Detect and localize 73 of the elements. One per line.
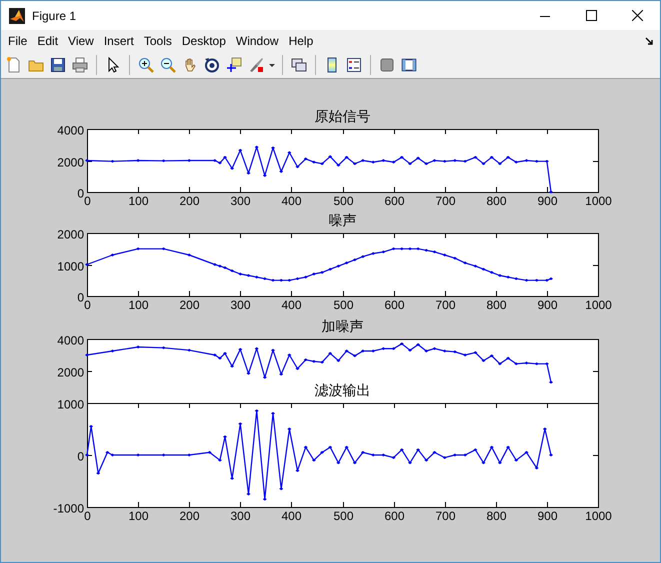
menu-item[interactable]: Edit [32,32,64,50]
rounded-square-icon [379,57,395,73]
tick-label: -1000 [53,502,84,516]
tick-label: 200 [179,298,200,312]
tick-label: 900 [537,194,558,208]
tick-label: 1000 [57,260,84,274]
tick-label: 4000 [57,124,84,138]
tick-label: 100 [128,194,149,208]
tick-label: 400 [281,194,302,208]
tick-label: 100 [128,509,149,523]
tick-label: 1000 [585,194,612,208]
blank-page-icon [6,57,22,73]
tick-label: 500 [333,194,354,208]
chart-title: 噪声 [328,212,356,228]
tick-label: 600 [384,509,405,523]
tick-label: 700 [435,509,456,523]
tick-label: 800 [486,298,507,312]
tick-label: 300 [230,298,251,312]
tick-label: 4000 [57,334,84,348]
tick-label: 500 [333,298,354,312]
tick-label: 500 [333,509,354,523]
tick-label: 0 [77,186,84,200]
app-logo-icon [9,8,25,24]
printer-icon [72,57,88,73]
rotate-icon [204,57,220,73]
tick-label: 700 [435,298,456,312]
tick-label: 700 [435,194,456,208]
tick-label: 900 [537,298,558,312]
window-title: Figure 1 [32,8,78,22]
tick-label: 0 [84,194,91,208]
tick-label: 800 [486,194,507,208]
brush-icon [248,57,264,73]
tick-label: 900 [537,509,558,523]
tick-label: 400 [281,298,302,312]
tick-label: 0 [77,290,84,304]
dock-arrow-icon[interactable] [645,36,654,46]
magnifier-plus-icon [138,57,154,73]
menu-item[interactable]: Insert [98,32,139,50]
menu-item[interactable]: File [3,32,32,50]
menu-item[interactable]: Tools [138,32,177,50]
tick-label: 2000 [57,156,84,170]
tick-label: 1000 [585,298,612,312]
linked-plots-icon [291,57,307,73]
menu-item[interactable]: View [63,32,99,50]
caret-icon [269,64,275,66]
tick-label: 600 [384,194,405,208]
chart-title: 原始信号 [314,108,370,124]
magnifier-minus-icon [160,57,176,73]
tick-label: 200 [179,509,200,523]
tick-label: 400 [281,509,302,523]
legend-icon [346,57,362,73]
menu-item[interactable]: Window [230,32,284,50]
data-cursor-icon [226,57,242,73]
tick-label: 0 [84,298,91,312]
tick-label: 300 [230,509,251,523]
tick-label: 2000 [57,366,84,380]
tick-label: 300 [230,194,251,208]
tick-label: 100 [128,298,149,312]
tick-label: 1000 [585,509,612,523]
chart-title: 滤波输出 [314,382,370,398]
tick-label: 0 [77,450,84,464]
chart-title: 加噪声 [322,318,364,334]
tick-label: 200 [179,194,200,208]
maximize-icon [586,10,596,21]
tick-label: 600 [384,298,405,312]
window-panel-icon [401,57,417,73]
tick-label: 0 [84,509,91,523]
menu-item[interactable]: Desktop [176,32,231,50]
tick-label: 1000 [57,398,84,412]
menu-item[interactable]: Help [284,32,318,50]
close-icon [632,10,642,21]
tick-label: 800 [486,509,507,523]
tick-label: 2000 [57,228,84,242]
